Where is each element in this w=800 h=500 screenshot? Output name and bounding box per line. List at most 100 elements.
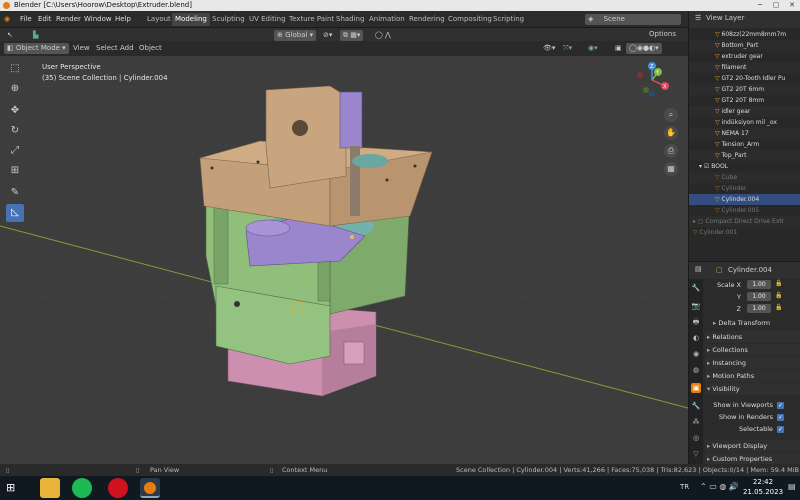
move-icon[interactable]: ✥ <box>6 102 24 120</box>
world-tab-icon[interactable]: ◉ <box>691 349 701 359</box>
blender-menu-icon[interactable]: ◉ <box>4 15 10 23</box>
measure-icon[interactable]: ◺ <box>6 204 24 222</box>
menu-help[interactable]: Help <box>115 15 131 23</box>
outliner-row[interactable]: ▽ filament <box>689 62 800 73</box>
xray-icon[interactable]: ▣ <box>612 43 625 54</box>
menu-render[interactable]: Render <box>56 15 81 23</box>
properties-panel[interactable]: ▤ ▢ Cylinder.004 🔧 📷 🖶 ◐ ◉ ◍ ▣ 🔧 ⁂ ◎ ▽ S… <box>688 261 800 465</box>
scale-z-field[interactable]: 1.00 <box>747 304 771 313</box>
show-renders-checkbox[interactable]: ✓ <box>777 414 784 421</box>
tab-modeling[interactable]: Modeling <box>172 13 210 26</box>
zoom-icon[interactable]: ⌕ <box>664 108 678 122</box>
tab-shading[interactable]: Shading <box>333 13 367 26</box>
instancing-panel[interactable]: ▸ Instancing <box>705 357 800 369</box>
language-indicator[interactable]: TR <box>680 483 689 491</box>
outliner-row[interactable]: ▽ idler gear <box>689 106 800 117</box>
outliner-row[interactable]: ▽ Tension_Arm <box>689 139 800 150</box>
lock-icon[interactable]: 🔓 <box>775 292 782 299</box>
visibility-panel[interactable]: ▾ Visibility <box>705 383 800 395</box>
shading-modes[interactable]: ◯◉●◐▾ <box>626 43 662 54</box>
rotate-icon[interactable]: ↻ <box>6 122 24 140</box>
viewport-display-panel[interactable]: ▸ Viewport Display <box>705 440 800 452</box>
scene-tab-icon[interactable]: ◐ <box>691 333 701 343</box>
outliner-row[interactable]: ▽ 608zz(22mm8mm7m <box>689 29 800 40</box>
mode-selector[interactable]: ◧ Object Mode ▾ <box>4 43 69 54</box>
active-tool-icon[interactable]: ▙ <box>30 30 41 41</box>
relations-panel[interactable]: ▸ Relations <box>705 331 800 343</box>
outliner-row[interactable]: ▽ GT2 20T 8mm <box>689 95 800 106</box>
outliner-row[interactable]: ▽ GT2 20-Tooth Idler Pu <box>689 73 800 84</box>
camera-view-icon[interactable]: ⎙ <box>664 144 678 158</box>
motion-paths-panel[interactable]: ▸ Motion Paths <box>705 370 800 382</box>
menu-window[interactable]: Window <box>84 15 112 23</box>
snap-icon[interactable]: ⧉ ▦▾ <box>340 30 364 41</box>
gizmo-toggle-icon[interactable]: ⤧▾ <box>560 43 575 54</box>
clock-date[interactable]: 21.05.2023 <box>740 488 786 496</box>
tab-sculpting[interactable]: Sculpting <box>209 13 248 26</box>
transform-icon[interactable]: ⊞ <box>6 162 24 180</box>
properties-editor-icon[interactable]: ▤ <box>692 264 705 275</box>
options-button[interactable]: Options <box>646 29 679 40</box>
windows-start-icon[interactable]: ⊞ <box>6 481 15 494</box>
scale-y-field[interactable]: 1.00 <box>747 292 771 301</box>
annotate-icon[interactable]: ✎ <box>6 184 24 202</box>
blender-taskbar-icon[interactable] <box>140 478 160 498</box>
menu-file[interactable]: File <box>20 15 32 23</box>
show-viewports-checkbox[interactable]: ✓ <box>777 402 784 409</box>
pan-hand-icon[interactable]: ✋ <box>664 126 678 140</box>
outliner-row[interactable]: ▽ extruder gear <box>689 51 800 62</box>
ortho-grid-icon[interactable]: ▦ <box>664 162 678 176</box>
data-tab-icon[interactable]: ▽ <box>691 449 701 459</box>
tab-rendering[interactable]: Rendering <box>406 13 448 26</box>
outliner-row[interactable]: ▽ Cylinder.001 <box>689 227 800 238</box>
outliner-row[interactable]: ▽ Cube <box>689 172 800 183</box>
collections-panel[interactable]: ▸ Collections <box>705 344 800 356</box>
gizmo-neg-z-icon[interactable] <box>649 91 655 97</box>
output-tab-icon[interactable]: 🖶 <box>691 317 701 327</box>
outliner-row-selected[interactable]: ▽ Cylinder.004 <box>689 194 800 205</box>
world-sphere-icon[interactable]: ◍ <box>691 365 701 375</box>
view-object-types-icon[interactable]: 👁▾ <box>540 43 558 54</box>
tab-scripting[interactable]: Scripting <box>490 13 527 26</box>
outliner-row[interactable]: ▽ Cylinder <box>689 183 800 194</box>
file-explorer-icon[interactable] <box>40 478 60 498</box>
selectable-checkbox[interactable]: ✓ <box>777 426 784 433</box>
spotify-icon[interactable] <box>72 478 92 498</box>
tab-texture-paint[interactable]: Texture Paint <box>286 13 337 26</box>
gizmo-neg-y-icon[interactable] <box>643 87 649 93</box>
lock-icon[interactable]: 🔓 <box>775 304 782 311</box>
overlay-toggle-icon[interactable]: ◉▾ <box>585 43 601 54</box>
3d-viewport[interactable] <box>0 56 688 464</box>
clock-time[interactable]: 22:42 <box>748 478 778 486</box>
outliner-row[interactable]: ▽ Bottom_Part <box>689 40 800 51</box>
render-tab-icon[interactable]: 📷 <box>691 301 701 311</box>
cursor-icon[interactable]: ⊕ <box>6 80 24 98</box>
scale-x-field[interactable]: 1.00 <box>747 280 771 289</box>
menu-edit[interactable]: Edit <box>38 15 52 23</box>
modifier-tab-icon[interactable]: 🔧 <box>691 401 701 411</box>
menu-add[interactable]: Add <box>117 43 137 54</box>
outliner-row[interactable]: ▾ ☑ BOOL <box>689 161 800 172</box>
opera-icon[interactable] <box>108 478 128 498</box>
tab-layout[interactable]: Layout <box>144 13 174 26</box>
minimize-icon[interactable]: ─ <box>752 0 768 11</box>
lock-icon[interactable]: 🔓 <box>775 280 782 287</box>
tab-uv-editing[interactable]: UV Editing <box>246 13 289 26</box>
pivot-icon[interactable]: ⊘▾ <box>320 30 335 41</box>
proportional-edit-icon[interactable]: ◯ ⋀ <box>372 30 394 41</box>
outliner-row[interactable]: ▸ ▢ Compact Direct Drive Extr <box>689 216 800 227</box>
menu-object[interactable]: Object <box>136 43 165 54</box>
particles-tab-icon[interactable]: ⁂ <box>691 417 701 427</box>
select-box-icon[interactable]: ⬚ <box>6 60 24 78</box>
tab-animation[interactable]: Animation <box>366 13 408 26</box>
scene-selector[interactable]: ◈ Scene <box>585 14 681 25</box>
gizmo-neg-x-icon[interactable] <box>637 72 643 78</box>
tab-compositing[interactable]: Compositing <box>445 13 495 26</box>
tool-select-icon[interactable]: ↖ <box>4 30 16 41</box>
delta-transform-panel[interactable]: ▸ Delta Transform <box>705 317 800 329</box>
object-tab-icon[interactable]: ▣ <box>691 383 701 393</box>
outliner-row[interactable]: ▽ Top_Part <box>689 150 800 161</box>
outliner-row[interactable]: ▽ GT2 20T 6mm <box>689 84 800 95</box>
close-icon[interactable]: ✕ <box>784 0 800 11</box>
outliner-row[interactable]: ▽ indüksiyon mil _ox <box>689 117 800 128</box>
